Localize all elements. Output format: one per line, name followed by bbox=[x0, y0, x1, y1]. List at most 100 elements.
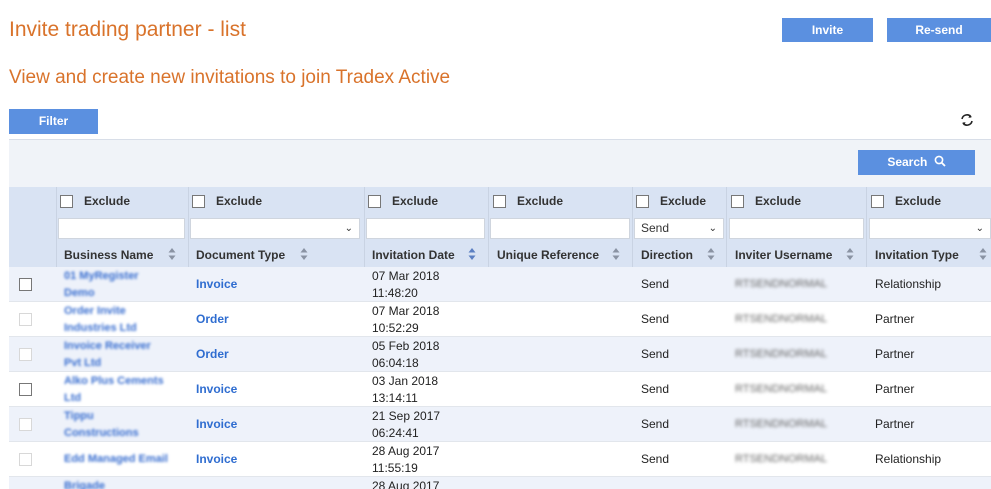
business-name-cell[interactable]: Invoice Receiver Pvt Ltd bbox=[64, 337, 184, 372]
page-subtitle: View and create new invitations to join … bbox=[9, 67, 451, 88]
exclude-label: Exclude bbox=[660, 194, 707, 208]
sort-icon[interactable] bbox=[846, 247, 854, 261]
row-checkbox[interactable] bbox=[19, 418, 32, 431]
business-name-cell[interactable]: 01 MyRegister Demo bbox=[64, 267, 184, 302]
exclude-checkbox[interactable] bbox=[636, 194, 649, 208]
column-header-direction[interactable]: Direction bbox=[641, 248, 693, 262]
sort-icon[interactable] bbox=[612, 247, 620, 261]
invitation-type-cell: Relationship bbox=[875, 452, 942, 466]
invitation-date-cell: 03 Jan 2018 13:14:11 bbox=[372, 373, 439, 405]
business-name-cell[interactable]: Edd Managed Email bbox=[64, 442, 184, 477]
filter-button[interactable]: Filter bbox=[9, 109, 98, 134]
chevron-down-icon: ⌄ bbox=[708, 223, 717, 234]
direction-filter-select[interactable]: Send ⌄ bbox=[634, 218, 724, 239]
column-header-document-type[interactable]: Document Type bbox=[196, 248, 285, 262]
inviter-username-filter-input[interactable] bbox=[729, 218, 864, 239]
inviter-username-cell: RTSENDNORMAL bbox=[735, 348, 828, 360]
invitation-grid-panel: Search Exclude Exclude Exclude Exclude E… bbox=[9, 139, 991, 489]
exclude-label: Exclude bbox=[84, 194, 131, 208]
exclude-checkbox[interactable] bbox=[731, 194, 744, 208]
document-type-cell[interactable]: Order bbox=[196, 337, 229, 372]
document-type-cell[interactable]: Order bbox=[196, 302, 229, 337]
exclude-label: Exclude bbox=[517, 194, 564, 208]
row-checkbox[interactable] bbox=[19, 278, 32, 291]
sort-icon[interactable] bbox=[300, 247, 308, 261]
document-type-cell[interactable]: Invoice bbox=[196, 372, 237, 407]
exclude-invitation-type[interactable]: Exclude bbox=[871, 193, 941, 209]
document-type-cell[interactable]: Invoice bbox=[196, 407, 237, 442]
unique-reference-filter-input[interactable] bbox=[490, 218, 630, 239]
column-header-invitation-type[interactable]: Invitation Type bbox=[875, 248, 959, 262]
search-button[interactable]: Search bbox=[858, 150, 975, 175]
document-type-cell[interactable]: Invoice bbox=[196, 442, 237, 477]
direction-cell: Send bbox=[641, 417, 670, 431]
sort-icon[interactable] bbox=[168, 247, 176, 261]
business-name-cell[interactable]: Brigade bbox=[64, 477, 184, 489]
exclude-checkbox[interactable] bbox=[871, 194, 884, 208]
invitation-type-cell: Partner bbox=[875, 347, 915, 361]
exclude-checkbox[interactable] bbox=[60, 194, 73, 208]
row-checkbox[interactable] bbox=[19, 383, 32, 396]
invitation-type-cell: Partner bbox=[875, 312, 915, 326]
sort-icon[interactable] bbox=[468, 247, 476, 261]
resend-button[interactable]: Re-send bbox=[887, 18, 991, 42]
table-row[interactable]: Alko Plus Cements Ltd Invoice 03 Jan 2018… bbox=[9, 372, 991, 407]
search-icon bbox=[934, 155, 946, 167]
invitation-date-cell: 28 Aug 2017 11:55:19 bbox=[372, 443, 440, 475]
exclude-checkbox[interactable] bbox=[368, 194, 381, 208]
table-row[interactable]: 01 MyRegister Demo Invoice 07 Mar 2018 11:… bbox=[9, 267, 991, 302]
exclude-document-type[interactable]: Exclude bbox=[192, 193, 262, 209]
sort-icon[interactable] bbox=[707, 247, 715, 261]
document-type-cell[interactable]: Invoice bbox=[196, 267, 237, 302]
column-header-business-name[interactable]: Business Name bbox=[64, 248, 153, 262]
table-row[interactable]: Edd Managed Email Invoice 28 Aug 2017 11:… bbox=[9, 442, 991, 477]
invite-button[interactable]: Invite bbox=[782, 18, 873, 42]
invitation-date-cell: 21 Sep 2017 06:24:41 bbox=[372, 408, 441, 440]
direction-cell: Send bbox=[641, 382, 670, 396]
table-row[interactable]: Order Invite Industries Ltd Order 07 Mar … bbox=[9, 302, 991, 337]
exclude-business-name[interactable]: Exclude bbox=[60, 193, 130, 209]
table-row[interactable]: Brigade 28 Aug 2017 bbox=[9, 477, 991, 489]
inviter-username-cell: RTSENDNORMAL bbox=[735, 453, 828, 465]
invitation-date-cell: 28 Aug 2017 bbox=[372, 479, 440, 489]
row-checkbox[interactable] bbox=[19, 453, 32, 466]
exclude-label: Exclude bbox=[895, 194, 942, 208]
table-row[interactable]: Invoice Receiver Pvt Ltd Order 05 Feb 201… bbox=[9, 337, 991, 372]
invitation-date-filter-input[interactable] bbox=[366, 218, 485, 239]
invitation-type-cell: Partner bbox=[875, 417, 915, 431]
exclude-unique-reference[interactable]: Exclude bbox=[493, 193, 563, 209]
direction-cell: Send bbox=[641, 452, 670, 466]
table-row[interactable]: Tippu Constructions Invoice 21 Sep 2017 06… bbox=[9, 407, 991, 442]
inviter-username-cell: RTSENDNORMAL bbox=[735, 383, 828, 395]
exclude-direction[interactable]: Exclude bbox=[636, 193, 706, 209]
chevron-down-icon: ⌄ bbox=[344, 223, 353, 234]
document-type-filter-select[interactable]: ⌄ bbox=[190, 218, 360, 239]
direction-cell: Send bbox=[641, 312, 670, 326]
exclude-label: Exclude bbox=[392, 194, 439, 208]
exclude-checkbox[interactable] bbox=[192, 194, 205, 208]
exclude-checkbox[interactable] bbox=[493, 194, 506, 208]
refresh-icon[interactable] bbox=[959, 112, 975, 128]
invitation-type-cell: Partner bbox=[875, 382, 915, 396]
business-name-cell[interactable]: Alko Plus Cements Ltd bbox=[64, 372, 184, 407]
inviter-username-cell: RTSENDNORMAL bbox=[735, 313, 828, 325]
column-header-invitation-date[interactable]: Invitation Date bbox=[372, 248, 455, 262]
row-checkbox[interactable] bbox=[19, 348, 32, 361]
column-header-inviter-username[interactable]: Inviter Username bbox=[735, 248, 832, 262]
search-button-label: Search bbox=[887, 155, 928, 169]
chevron-down-icon: ⌄ bbox=[975, 223, 984, 234]
column-header-unique-reference[interactable]: Unique Reference bbox=[497, 248, 599, 262]
exclude-label: Exclude bbox=[755, 194, 802, 208]
direction-cell: Send bbox=[641, 347, 670, 361]
exclude-invitation-date[interactable]: Exclude bbox=[368, 193, 438, 209]
business-name-cell[interactable]: Order Invite Industries Ltd bbox=[64, 302, 184, 337]
row-checkbox[interactable] bbox=[19, 313, 32, 326]
exclude-label: Exclude bbox=[216, 194, 263, 208]
exclude-inviter-username[interactable]: Exclude bbox=[731, 193, 801, 209]
business-name-cell[interactable]: Tippu Constructions bbox=[64, 407, 184, 442]
sort-icon[interactable] bbox=[979, 247, 987, 261]
invitation-date-cell: 05 Feb 2018 06:04:18 bbox=[372, 338, 440, 370]
business-name-filter-input[interactable] bbox=[58, 218, 185, 239]
inviter-username-cell: RTSENDNORMAL bbox=[735, 278, 828, 290]
invitation-type-filter-select[interactable]: ⌄ bbox=[869, 218, 991, 239]
